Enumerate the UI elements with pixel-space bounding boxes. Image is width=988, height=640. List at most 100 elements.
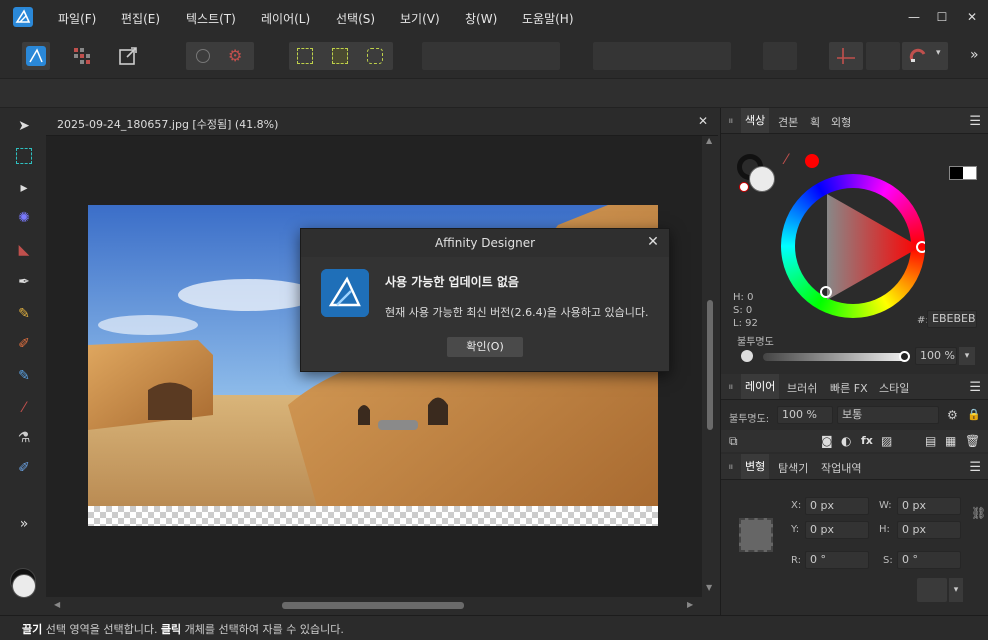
h-input[interactable]: 0 px [897, 521, 961, 539]
horizontal-scrollbar[interactable]: ◀ ▶ [46, 597, 718, 615]
vertical-scroll-thumb[interactable] [707, 300, 713, 430]
close-document-button[interactable]: ✕ [698, 114, 708, 128]
designer-persona-button[interactable] [22, 42, 50, 70]
tab-brushes[interactable]: 브러쉬 [787, 380, 817, 396]
vector-brush-tool-icon[interactable]: ✐ [14, 334, 34, 354]
panel-grip-icon[interactable]: ⏸ [728, 380, 734, 394]
menu-window[interactable]: 창(W) [465, 10, 497, 27]
trash-icon[interactable]: 🗑 [965, 434, 980, 448]
vertical-scrollbar[interactable]: ▲ ▼ [702, 136, 718, 597]
minimize-button[interactable]: — [906, 9, 922, 25]
opacity-slider-thumb[interactable] [899, 351, 910, 362]
pixel-persona-icon[interactable] [68, 42, 96, 70]
bw-reset-swatch[interactable] [949, 166, 977, 180]
add-layer-icon[interactable]: ▤ [925, 434, 936, 448]
gear-icon[interactable]: ⚙ [228, 46, 242, 65]
document-tab[interactable]: 2025-09-24_180657.jpg [수정됨] (41.8%) ✕ [46, 108, 718, 136]
link-proportions-icon[interactable]: ⛓ [971, 506, 986, 520]
snap-bounds-icon[interactable] [297, 48, 313, 64]
gear-icon[interactable]: ⚙ [947, 408, 958, 422]
menu-help[interactable]: 도움말(H) [522, 10, 574, 27]
hex-input[interactable]: EBEBEB [927, 310, 977, 328]
ok-button[interactable]: 확인(O) [447, 337, 523, 357]
menu-text[interactable]: 텍스트(T) [186, 10, 236, 27]
fill-color-swatch[interactable] [12, 574, 36, 598]
menu-view[interactable]: 보기(V) [400, 10, 440, 27]
brush-icon[interactable]: ▨ [881, 434, 892, 448]
no-color-icon[interactable] [739, 182, 749, 192]
corner-tool-icon[interactable]: ◣ [14, 240, 34, 260]
anchor-selector-icon[interactable] [739, 518, 773, 552]
snap-geometry-icon[interactable] [367, 48, 383, 64]
opacity-slider[interactable] [763, 353, 905, 361]
artboard-tool-icon[interactable] [16, 148, 32, 164]
y-input[interactable]: 0 px [805, 521, 869, 539]
align-group[interactable] [593, 42, 731, 70]
rotation-input[interactable]: 0 ° [805, 551, 869, 569]
x-input[interactable]: 0 px [805, 497, 869, 515]
tab-layers[interactable]: 레이어 [741, 374, 780, 399]
dialog-close-button[interactable]: ✕ [645, 234, 661, 250]
pen-tool-icon[interactable]: ✒ [14, 272, 34, 292]
tab-color[interactable]: 색상 [741, 108, 770, 133]
pencil-tool-icon[interactable]: ✎ [14, 304, 34, 324]
place-image-tool-icon[interactable]: ✐ [14, 458, 34, 478]
close-window-button[interactable]: ✕ [964, 9, 980, 25]
opacity-input[interactable]: 100 % [915, 347, 957, 365]
fx-icon[interactable]: fx [861, 434, 873, 447]
view-circle-icon[interactable] [196, 49, 210, 63]
arrange-button[interactable] [763, 42, 797, 70]
panel-grip-icon[interactable]: ⏸ [728, 460, 734, 474]
snap-center-icon[interactable] [332, 48, 348, 64]
panel-menu-icon[interactable]: ☰ [969, 380, 981, 395]
layer-opacity-input[interactable]: 100 % [777, 406, 833, 424]
panel-menu-icon[interactable]: ☰ [969, 460, 981, 475]
transform-origin-icon[interactable] [917, 578, 947, 602]
point-transform-tool-icon[interactable]: ✺ [14, 208, 34, 228]
fill-tool-icon[interactable]: ✎ [14, 366, 34, 386]
eyedropper-icon[interactable]: ⁄ [785, 152, 787, 168]
blend-mode-select[interactable]: 보통 [837, 406, 939, 424]
adjustment-icon[interactable]: ◐ [841, 434, 851, 448]
menu-edit[interactable]: 편집(E) [121, 10, 160, 27]
menu-file[interactable]: 파일(F) [58, 10, 96, 27]
node-tool-icon[interactable]: ▸ [14, 178, 34, 198]
guides-icon[interactable] [829, 42, 863, 70]
mask-icon[interactable]: ◙ [821, 434, 833, 448]
tab-stroke[interactable]: 획 [810, 114, 820, 130]
move-tool-icon[interactable]: ➤ [14, 116, 34, 136]
panel-grip-icon[interactable]: ⏸ [728, 114, 734, 128]
tab-history[interactable]: 작업내역 [821, 460, 861, 476]
horizontal-scroll-thumb[interactable] [282, 602, 464, 609]
boolean-group[interactable] [422, 42, 560, 70]
w-input[interactable]: 0 px [897, 497, 961, 515]
tools-expand-icon[interactable]: » [14, 514, 34, 534]
chevron-down-icon[interactable]: ▾ [936, 48, 941, 58]
picked-color-swatch[interactable] [805, 154, 819, 168]
tab-navigator[interactable]: 탐색기 [778, 460, 808, 476]
tab-transform[interactable]: 변형 [741, 454, 770, 479]
color-wheel[interactable] [781, 174, 925, 318]
toolbar-overflow-button[interactable]: » [970, 47, 979, 63]
tab-appearance[interactable]: 외형 [831, 114, 851, 130]
snapping-magnet-icon[interactable]: ▾ [902, 42, 948, 70]
toggle-icon[interactable] [866, 42, 900, 70]
maximize-button[interactable]: ☐ [934, 9, 950, 25]
lock-icon[interactable]: 🔒 [967, 408, 981, 421]
app-logo-icon[interactable] [13, 7, 33, 27]
export-persona-icon[interactable] [114, 42, 142, 70]
transparency-tool-icon[interactable]: ⚗ [14, 428, 34, 448]
tab-styles[interactable]: 스타일 [879, 380, 909, 396]
menu-select[interactable]: 선택(S) [336, 10, 375, 27]
tab-quick-fx[interactable]: 빠른 FX [830, 380, 868, 396]
fill-swatch[interactable] [749, 166, 775, 192]
color-picker-tool-icon[interactable]: ⁄ [14, 398, 34, 418]
menu-layer[interactable]: 레이어(L) [261, 10, 310, 27]
chevron-down-icon[interactable]: ▾ [959, 347, 975, 365]
tab-swatches[interactable]: 견본 [778, 114, 798, 130]
chevron-down-icon[interactable]: ▾ [949, 578, 963, 602]
shear-input[interactable]: 0 ° [897, 551, 961, 569]
layer-stack-icon[interactable]: ⧉ [729, 434, 738, 449]
panel-menu-icon[interactable]: ☰ [969, 114, 981, 129]
group-layer-icon[interactable]: ▦ [945, 434, 956, 448]
